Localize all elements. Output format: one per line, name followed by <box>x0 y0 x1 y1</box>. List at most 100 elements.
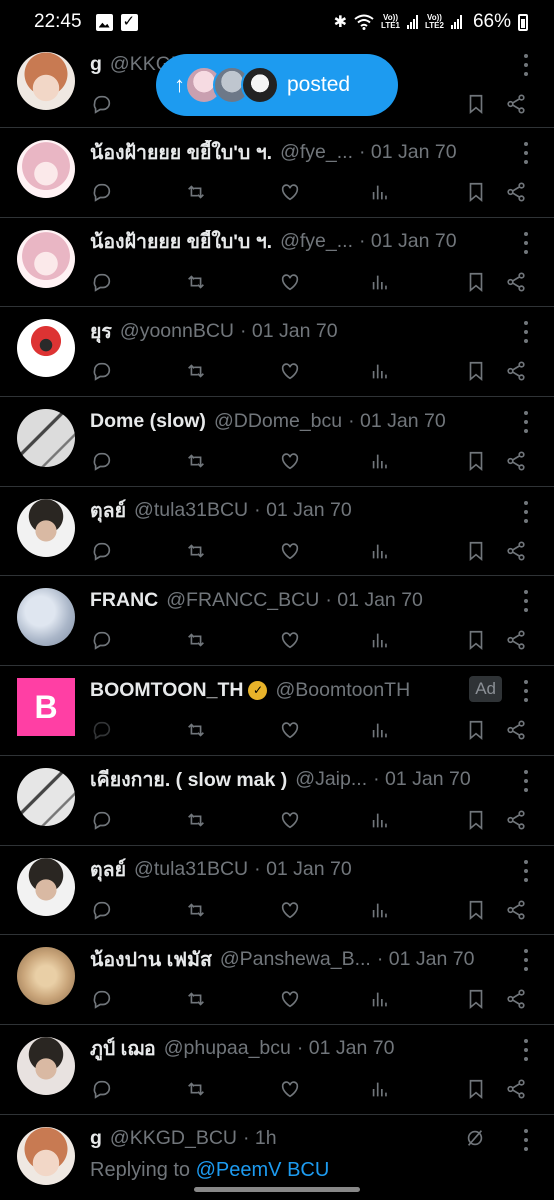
tweet-timestamp[interactable]: · 01 Jan 70 <box>373 768 471 791</box>
share-icon[interactable] <box>504 449 528 473</box>
avatar[interactable] <box>17 319 75 378</box>
avatar[interactable] <box>17 498 75 557</box>
more-options-icon[interactable] <box>522 321 530 344</box>
views-icon[interactable] <box>368 628 392 652</box>
retweet-icon[interactable] <box>184 449 208 473</box>
reply-icon[interactable] <box>90 1077 114 1101</box>
views-icon[interactable] <box>368 539 392 563</box>
like-icon[interactable] <box>278 628 302 652</box>
gesture-handle[interactable] <box>194 1187 360 1192</box>
tweet-row[interactable]: เคียงกาย. ( slow mak ) @Jaip... · 01 Jan 7… <box>0 756 554 846</box>
tweet-timestamp[interactable]: · 01 Jan 70 <box>254 858 352 881</box>
more-options-icon[interactable] <box>522 680 530 703</box>
avatar[interactable] <box>17 588 75 647</box>
share-icon[interactable] <box>504 539 528 563</box>
like-icon[interactable] <box>278 987 302 1011</box>
like-icon[interactable] <box>278 449 302 473</box>
author-handle[interactable]: @tula31BCU <box>134 499 248 522</box>
author-name[interactable]: น้องปาน เฟมัส <box>90 947 212 971</box>
retweet-icon[interactable] <box>184 180 208 204</box>
tweet-row[interactable]: ยุร @yoonnBCU · 01 Jan 70 <box>0 307 554 398</box>
views-icon[interactable] <box>368 808 392 832</box>
reply-icon[interactable] <box>90 987 114 1011</box>
avatar[interactable] <box>17 947 75 1006</box>
more-options-icon[interactable] <box>522 54 530 76</box>
author-handle[interactable]: @yoonnBCU <box>120 320 234 343</box>
author-name[interactable]: เคียงกาย. ( slow mak ) <box>90 768 287 792</box>
author-handle[interactable]: @Panshewa_B... <box>220 948 371 971</box>
views-icon[interactable] <box>368 898 392 922</box>
bookmark-icon[interactable] <box>464 270 488 294</box>
tweet-row[interactable]: น้องฝ้ายยย ขยี้ใบ'บ ฯ. @fye_... · 01 Jan 7… <box>0 218 554 308</box>
tweet-row[interactable]: Dome (slow) @DDome_bcu · 01 Jan 70 <box>0 397 554 487</box>
share-icon[interactable] <box>504 92 528 116</box>
author-handle[interactable]: @FRANCC_BCU <box>166 589 319 612</box>
more-options-icon[interactable] <box>522 1128 530 1151</box>
bookmark-icon[interactable] <box>464 808 488 832</box>
author-name[interactable]: ยุร <box>90 319 112 343</box>
more-options-icon[interactable] <box>522 500 530 523</box>
tweet-timestamp[interactable]: · 01 Jan 70 <box>377 948 475 971</box>
share-icon[interactable] <box>504 987 528 1011</box>
more-options-icon[interactable] <box>522 769 530 792</box>
retweet-icon[interactable] <box>184 628 208 652</box>
views-icon[interactable] <box>368 1077 392 1101</box>
reply-icon[interactable] <box>90 718 114 742</box>
retweet-icon[interactable] <box>184 718 208 742</box>
more-options-icon[interactable] <box>522 142 530 164</box>
like-icon[interactable] <box>278 808 302 832</box>
tweet-timestamp[interactable]: · 01 Jan 70 <box>297 1037 395 1060</box>
author-handle[interactable]: @DDome_bcu <box>214 410 342 433</box>
reply-icon[interactable] <box>90 92 114 116</box>
views-icon[interactable] <box>368 180 392 204</box>
author-handle[interactable]: @KKGD_BCU <box>110 1127 237 1150</box>
retweet-icon[interactable] <box>184 270 208 294</box>
author-handle[interactable]: @BoomtoonTH <box>275 679 410 702</box>
bookmark-icon[interactable] <box>464 92 488 116</box>
reply-icon[interactable] <box>90 808 114 832</box>
author-name[interactable]: BOOMTOON_TH <box>90 679 243 702</box>
more-options-icon[interactable] <box>522 859 530 882</box>
author-name[interactable]: Dome (slow) <box>90 410 206 433</box>
retweet-icon[interactable] <box>184 987 208 1011</box>
avatar[interactable] <box>17 140 75 198</box>
like-icon[interactable] <box>278 180 302 204</box>
tweet-row[interactable]: ตุลย์ @tula31BCU · 01 Jan 70 <box>0 487 554 577</box>
tweet-timestamp[interactable]: · 01 Jan 70 <box>348 410 446 433</box>
tweet-row[interactable]: ตุลย์ @tula31BCU · 01 Jan 70 <box>0 846 554 936</box>
bookmark-icon[interactable] <box>464 898 488 922</box>
bookmark-icon[interactable] <box>464 180 488 204</box>
share-icon[interactable] <box>504 1077 528 1101</box>
tweet-timestamp[interactable]: · 01 Jan 70 <box>359 141 457 164</box>
like-icon[interactable] <box>278 539 302 563</box>
author-name[interactable]: ตุลย์ <box>90 499 126 523</box>
avatar[interactable] <box>17 229 75 288</box>
views-icon[interactable] <box>368 987 392 1011</box>
share-icon[interactable] <box>504 808 528 832</box>
bookmark-icon[interactable] <box>464 1077 488 1101</box>
more-options-icon[interactable] <box>522 590 530 613</box>
retweet-icon[interactable] <box>184 808 208 832</box>
share-icon[interactable] <box>504 270 528 294</box>
retweet-icon[interactable] <box>184 539 208 563</box>
tweet-timestamp[interactable]: · 01 Jan 70 <box>359 230 457 253</box>
views-icon[interactable] <box>368 270 392 294</box>
reply-icon[interactable] <box>90 359 114 383</box>
views-icon[interactable] <box>368 359 392 383</box>
avatar[interactable]: B <box>17 678 75 737</box>
author-name[interactable]: g <box>90 53 102 76</box>
like-icon[interactable] <box>278 359 302 383</box>
avatar[interactable] <box>17 1036 75 1095</box>
bookmark-icon[interactable] <box>464 718 488 742</box>
new-posts-pill[interactable]: ↑ posted <box>156 54 398 116</box>
share-icon[interactable] <box>504 898 528 922</box>
like-icon[interactable] <box>278 898 302 922</box>
share-icon[interactable] <box>504 628 528 652</box>
grok-icon[interactable] <box>464 1127 488 1151</box>
like-icon[interactable] <box>278 1077 302 1101</box>
avatar[interactable] <box>17 767 75 826</box>
share-icon[interactable] <box>504 180 528 204</box>
bookmark-icon[interactable] <box>464 449 488 473</box>
author-handle[interactable]: @phupaa_bcu <box>164 1037 291 1060</box>
reply-icon[interactable] <box>90 180 114 204</box>
